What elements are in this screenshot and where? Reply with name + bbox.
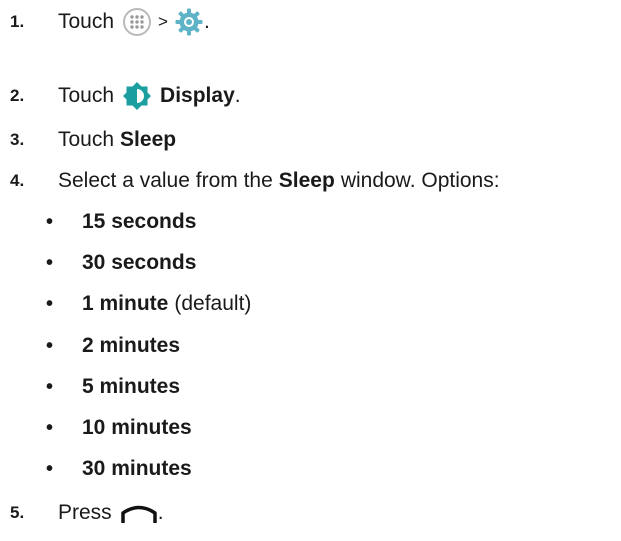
option-label: 10 minutes	[82, 416, 192, 439]
option-30-seconds: • 30 seconds	[46, 250, 196, 276]
step-end: .	[203, 10, 210, 33]
step-text-tail: window. Options:	[340, 169, 500, 192]
step-text: Press	[58, 501, 112, 524]
home-button-icon	[120, 501, 158, 525]
separator: >	[158, 12, 168, 31]
step-number: 4.	[10, 171, 25, 190]
step-number: 5.	[10, 503, 25, 522]
bullet: •	[46, 335, 54, 357]
bullet: •	[46, 376, 54, 398]
display-label: Display	[160, 84, 235, 107]
step-1: 1. Touch > .	[10, 7, 210, 37]
option-label: 1 minute	[82, 292, 169, 315]
step-text: Touch	[58, 128, 115, 151]
option-note: (default)	[174, 292, 252, 315]
option-15-seconds: • 15 seconds	[46, 209, 196, 235]
bullet: •	[46, 417, 54, 439]
option-label: 5 minutes	[82, 375, 181, 398]
step-3: 3. Touch Sleep	[10, 127, 176, 153]
display-brightness-icon	[122, 81, 152, 111]
step-end: .	[234, 84, 241, 107]
step-text: Select a value from the	[58, 169, 273, 192]
bullet: •	[46, 211, 54, 233]
option-1-minute: • 1 minute (default)	[46, 291, 251, 317]
step-number: 3.	[10, 130, 25, 149]
sleep-label: Sleep	[120, 128, 177, 151]
step-text: Touch	[58, 84, 115, 107]
option-2-minutes: • 2 minutes	[46, 333, 180, 359]
bullet: •	[46, 252, 54, 274]
option-30-minutes: • 30 minutes	[46, 456, 192, 482]
settings-gear-icon	[174, 7, 204, 37]
step-number: 2.	[10, 86, 25, 105]
option-label: 30 seconds	[82, 251, 197, 274]
option-label: 15 seconds	[82, 210, 197, 233]
bullet: •	[46, 458, 54, 480]
option-label: 2 minutes	[82, 334, 181, 357]
step-text: Touch	[58, 10, 115, 33]
step-4: 4. Select a value from the Sleep window.…	[10, 168, 500, 194]
bullet: •	[46, 293, 54, 315]
option-label: 30 minutes	[82, 457, 192, 480]
step-2: 2. Touch Display .	[10, 81, 241, 111]
sleep-label: Sleep	[278, 169, 335, 192]
apps-grid-icon	[122, 7, 152, 37]
option-10-minutes: • 10 minutes	[46, 415, 192, 441]
option-5-minutes: • 5 minutes	[46, 374, 180, 400]
step-5: 5. Press .	[10, 500, 164, 526]
step-number: 1.	[10, 12, 25, 31]
step-end: .	[157, 501, 164, 524]
